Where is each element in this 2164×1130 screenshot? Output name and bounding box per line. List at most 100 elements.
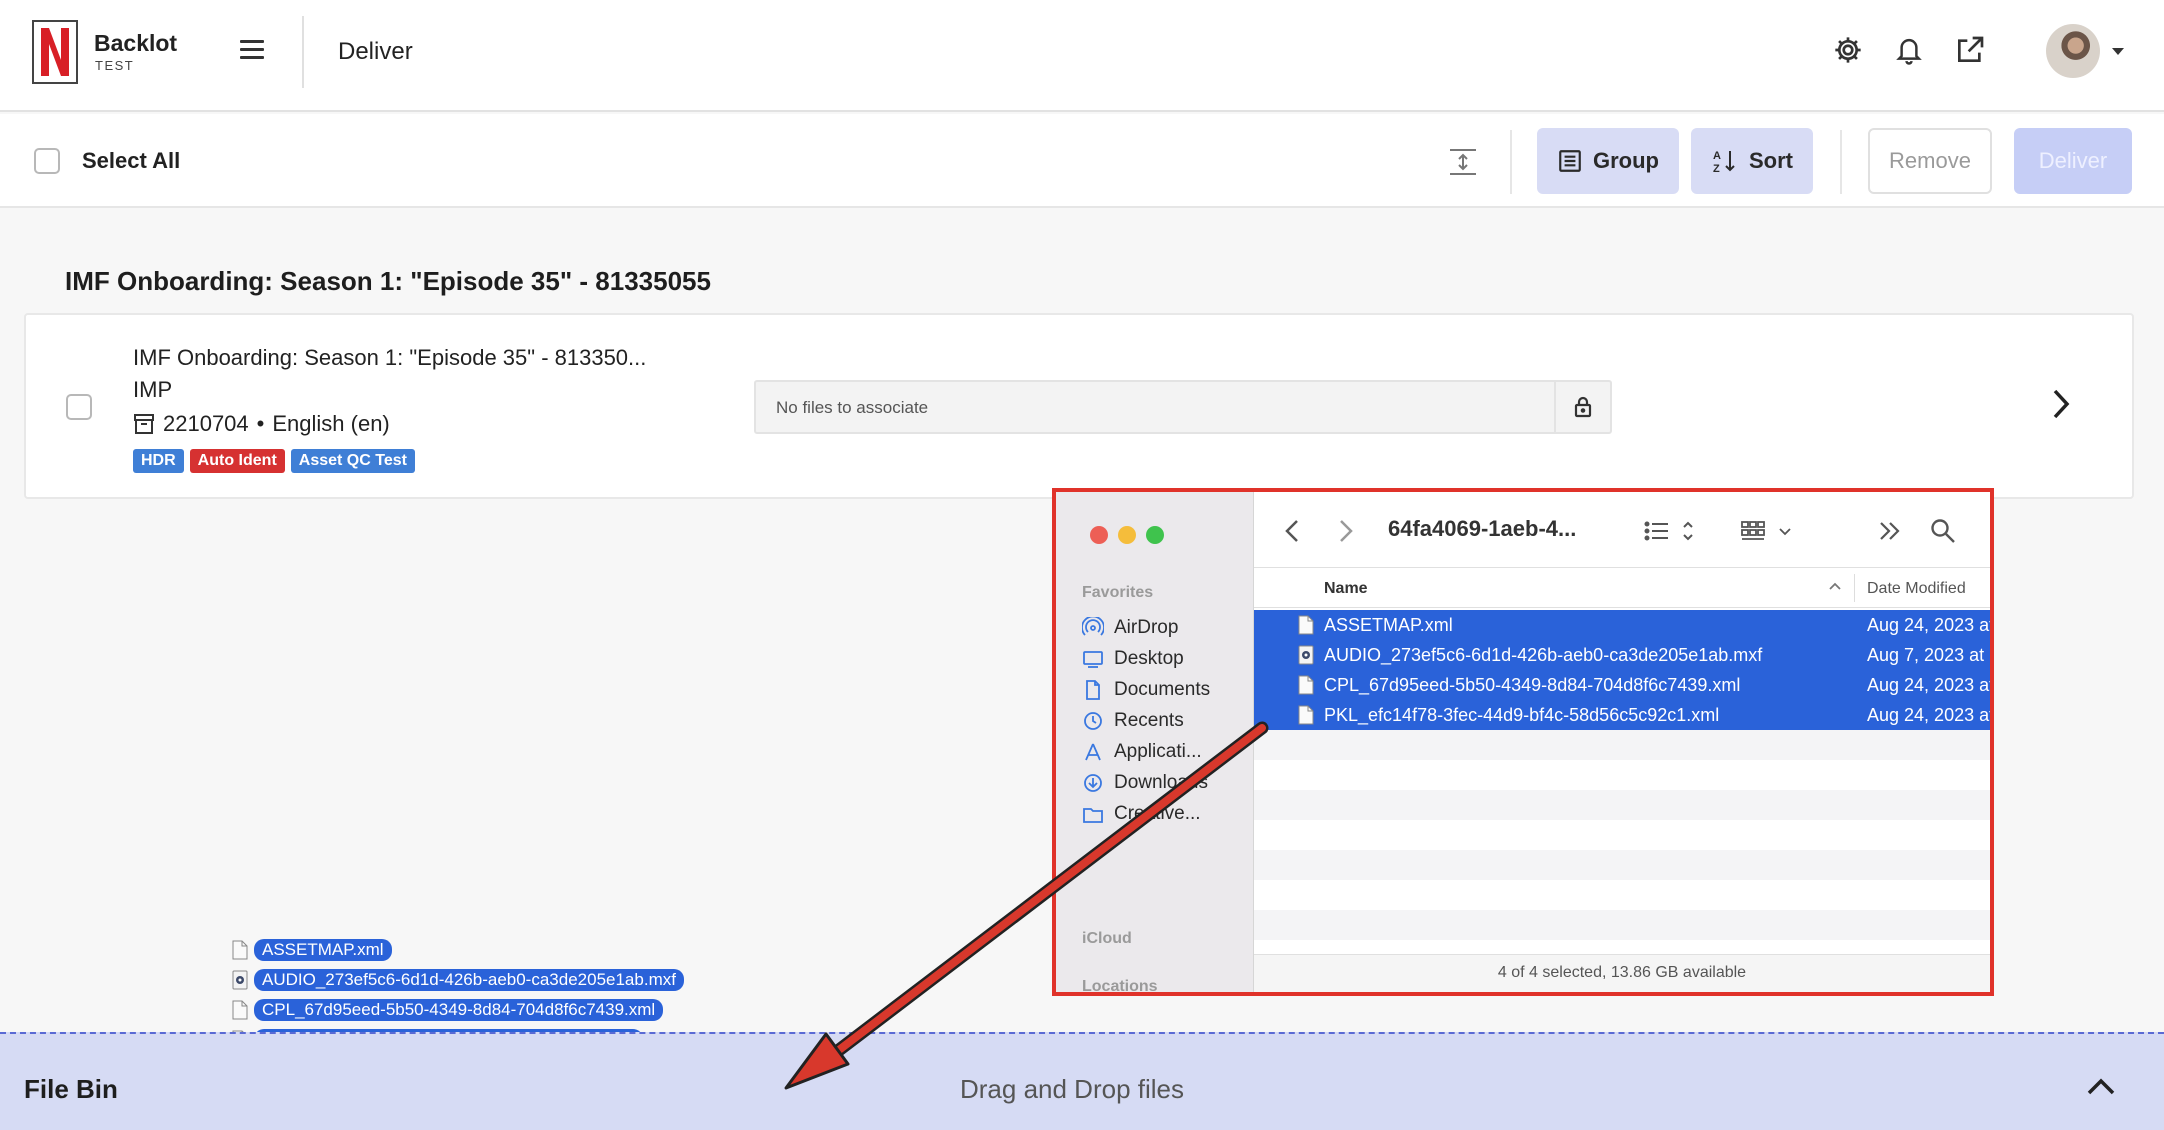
- empty-row: [1254, 880, 1990, 910]
- menu-icon[interactable]: [240, 40, 264, 64]
- dragged-file: ASSETMAP.xml: [232, 937, 392, 963]
- svg-text:Z: Z: [1713, 163, 1720, 175]
- card-type: IMP: [133, 377, 173, 402]
- chevron-right-icon[interactable]: [2050, 387, 2072, 426]
- delivery-card[interactable]: IMF Onboarding: Season 1: "Episode 35" -…: [24, 313, 2134, 499]
- finder-sidebar-label: Creative...: [1114, 803, 1201, 824]
- dragged-file-label: CPL_67d95eed-5b50-4349-8d84-704d8f6c7439…: [254, 999, 664, 1021]
- remove-button[interactable]: Remove: [1868, 128, 1992, 194]
- more-chevron-icon[interactable]: [1878, 520, 1902, 547]
- empty-row: [1254, 730, 1990, 760]
- date-column-header[interactable]: Date Modified: [1867, 580, 1966, 598]
- expand-collapse-icon[interactable]: [1448, 148, 1478, 181]
- finder-window: Favorites AirDrop Desktop Documents Recents…: [1052, 488, 1994, 996]
- finder-sidebar-item[interactable]: Recents: [1082, 707, 1184, 735]
- finder-sidebar-item[interactable]: Documents: [1082, 676, 1210, 704]
- dragged-file-label: ASSETMAP.xml: [254, 939, 392, 961]
- finder-content: 64fa4069-1aeb-4... Name Date Modified AS…: [1254, 492, 1990, 992]
- file-date: Aug 24, 2023 at: [1867, 615, 1994, 635]
- drop-hint: Drag and Drop files: [960, 1074, 1184, 1104]
- file-date: Aug 24, 2023 at: [1867, 675, 1994, 695]
- sort-button[interactable]: A Z Sort: [1691, 128, 1813, 194]
- netflix-logo-icon[interactable]: [32, 20, 78, 84]
- empty-row: [1254, 910, 1990, 940]
- archive-icon: [134, 414, 154, 434]
- list-view-icon[interactable]: [1644, 518, 1694, 549]
- empty-row: [1254, 820, 1990, 850]
- finder-sidebar-item[interactable]: Creative...: [1082, 800, 1201, 828]
- empty-row: [1254, 790, 1990, 820]
- chevron-down-icon[interactable]: [2112, 48, 2124, 55]
- header-divider: [302, 16, 304, 88]
- search-icon[interactable]: [1930, 518, 1956, 549]
- list-icon: [1559, 150, 1581, 172]
- document-icon: [1298, 705, 1314, 730]
- finder-sidebar-label: Applicati...: [1114, 741, 1202, 762]
- file-bin-title: File Bin: [24, 1074, 118, 1104]
- documents-icon: [1082, 679, 1104, 701]
- finder-sidebar-label: Desktop: [1114, 648, 1184, 669]
- gear-icon[interactable]: [1832, 34, 1864, 71]
- file-row[interactable]: AUDIO_273ef5c6-6d1d-426b-aeb0-ca3de205e1…: [1254, 640, 1990, 670]
- downloads-icon: [1082, 772, 1104, 794]
- group-button[interactable]: Group: [1537, 128, 1679, 194]
- finder-sidebar-label: AirDrop: [1114, 617, 1179, 638]
- back-icon[interactable]: [1284, 518, 1300, 549]
- card-id: 2210704: [163, 411, 249, 436]
- toolbar-divider: [1510, 130, 1512, 194]
- file-name: AUDIO_273ef5c6-6d1d-426b-aeb0-ca3de205e1…: [1324, 645, 1763, 665]
- file-name: ASSETMAP.xml: [1324, 615, 1453, 635]
- window-zoom-button[interactable]: [1146, 526, 1164, 544]
- finder-toolbar: 64fa4069-1aeb-4...: [1254, 492, 1990, 568]
- file-name: PKL_efc14f78-3fec-44d9-bf4c-58d56c5c92c1…: [1324, 705, 1720, 725]
- finder-sidebar-item[interactable]: Desktop: [1082, 645, 1184, 673]
- finder-sidebar-label: Recents: [1114, 710, 1184, 731]
- file-row[interactable]: CPL_67d95eed-5b50-4349-8d84-704d8f6c7439…: [1254, 670, 1990, 700]
- empty-row: [1254, 850, 1990, 880]
- window-minimize-button[interactable]: [1118, 526, 1136, 544]
- card-language: English (en): [272, 411, 390, 436]
- name-column-header[interactable]: Name: [1324, 580, 1368, 598]
- page-title: Deliver: [338, 38, 413, 65]
- window-close-button[interactable]: [1090, 526, 1108, 544]
- svg-text:A: A: [1713, 150, 1721, 162]
- dragged-file-label: AUDIO_273ef5c6-6d1d-426b-aeb0-ca3de205e1…: [254, 969, 684, 991]
- finder-sidebar: Favorites AirDrop Desktop Documents Recents…: [1056, 492, 1254, 992]
- empty-row: [1254, 760, 1990, 790]
- card-meta: 2210704 • English (en): [133, 411, 390, 437]
- select-all-label: Select All: [82, 148, 181, 173]
- finder-sidebar-item[interactable]: AirDrop: [1082, 614, 1178, 642]
- media-file-icon: [232, 970, 248, 990]
- avatar[interactable]: [2046, 24, 2100, 78]
- toolbar-divider: [1840, 130, 1842, 194]
- card-checkbox[interactable]: [66, 394, 92, 420]
- file-association-field[interactable]: No files to associate: [754, 380, 1612, 434]
- column-divider: [1854, 574, 1855, 602]
- folder-icon: [1082, 803, 1104, 825]
- bell-icon[interactable]: [1894, 34, 1924, 71]
- document-icon: [232, 1000, 248, 1020]
- brand-name: Backlot: [94, 30, 178, 56]
- select-all-checkbox[interactable]: [34, 148, 60, 174]
- deliver-button[interactable]: Deliver: [2014, 128, 2132, 194]
- file-row[interactable]: PKL_efc14f78-3fec-44d9-bf4c-58d56c5c92c1…: [1254, 700, 1990, 730]
- forward-icon[interactable]: [1338, 518, 1354, 549]
- locations-section-label: Locations: [1082, 978, 1158, 995]
- file-date: Aug 24, 2023 at: [1867, 705, 1994, 725]
- external-link-icon[interactable]: [1954, 34, 1986, 71]
- file-bin-dropzone[interactable]: File Bin Drag and Drop files: [0, 1032, 2164, 1130]
- applications-icon: [1082, 741, 1104, 763]
- sort-button-label: Sort: [1749, 148, 1793, 173]
- airdrop-icon: [1082, 617, 1104, 639]
- chevron-up-icon[interactable]: [2086, 1076, 2116, 1101]
- column-header: Name Date Modified: [1254, 568, 1990, 608]
- badge-list: HDR Auto Ident Asset QC Test: [133, 449, 415, 473]
- grid-view-icon[interactable]: [1740, 518, 1796, 549]
- finder-sidebar-label: Downloads: [1114, 772, 1208, 793]
- document-icon: [1298, 675, 1314, 700]
- lock-icon[interactable]: [1554, 382, 1610, 432]
- finder-sidebar-label: Documents: [1114, 679, 1211, 700]
- finder-sidebar-item[interactable]: Downloads: [1082, 769, 1208, 797]
- finder-sidebar-item[interactable]: Applicati...: [1082, 738, 1202, 766]
- file-row[interactable]: ASSETMAP.xml Aug 24, 2023 at: [1254, 610, 1990, 640]
